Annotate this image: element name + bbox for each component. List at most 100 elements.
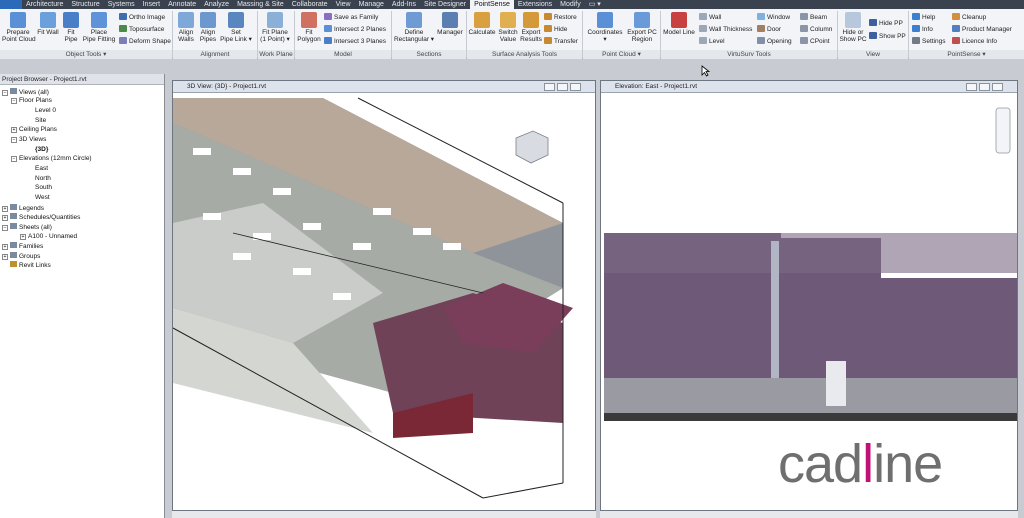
settings-button[interactable]: Settings [912,37,946,46]
expand-icon[interactable]: + [2,215,8,221]
opening-button[interactable]: Opening [757,37,792,46]
wall-button[interactable]: Wall [699,13,721,22]
hide-pp-button[interactable]: Hide PP [869,19,903,28]
tree-level-0[interactable]: Level 0 [35,107,56,115]
expand-icon[interactable]: + [20,234,26,240]
tree-revit-links[interactable]: Revit Links [2,261,51,270]
cleanup-button[interactable]: Cleanup [952,13,986,22]
export-results-button[interactable]: Export Results [520,12,542,43]
tree-families[interactable]: + Families [2,242,43,251]
manager-button[interactable]: Manager [436,12,464,36]
switch-value-button[interactable]: Switch Value [497,12,519,43]
show-pp-button[interactable]: Show PP [869,32,906,41]
tab-analyze[interactable]: Analyze [200,0,233,9]
view-window-3d[interactable]: 3D View: {3D} - Project1.rvt [172,80,596,511]
toposurface-button[interactable]: Toposurface [119,25,164,34]
tree-north[interactable]: North [35,175,51,183]
column-button[interactable]: Column [800,25,832,34]
point-cloud-3d-canvas[interactable] [173,93,595,510]
set-pipe-link-button[interactable]: Set Pipe Link ▾ [219,12,253,43]
restore-button[interactable]: Restore [544,13,577,22]
tab-site-designer[interactable]: Site Designer [420,0,470,9]
intersect-3-planes-button[interactable]: Intersect 3 Planes [324,37,386,46]
expand-icon[interactable]: + [2,244,8,250]
tab-extensions[interactable]: Extensions [514,0,556,9]
tab-massing-site[interactable]: Massing & Site [233,0,288,9]
level-button[interactable]: Level [699,37,725,46]
tree-floor-plans[interactable]: − Floor Plans [11,97,52,105]
export-pc-region-button[interactable]: Export PC Region [626,12,658,43]
tree-groups[interactable]: + Groups [2,252,40,261]
intersect-2-planes-button[interactable]: Intersect 2 Planes [324,25,386,34]
tab-structure[interactable]: Structure [67,0,103,9]
view-control-bar[interactable] [172,511,596,518]
window-button[interactable]: Window [757,13,790,22]
coordinates-button[interactable]: Coordinates ▾ [585,12,625,43]
tab-collaborate[interactable]: Collaborate [288,0,332,9]
tab-systems[interactable]: Systems [104,0,139,9]
deform-shape-button[interactable]: Deform Shape [119,37,171,46]
tree-sheets[interactable]: − Sheets (all) [2,223,52,232]
tree-south[interactable]: South [35,184,52,192]
help-button[interactable]: Help [912,13,935,22]
tree-3d-active[interactable]: {3D} [35,146,48,154]
fit-polygon-button[interactable]: Fit Polygon [296,12,322,43]
tab-modify[interactable]: Modify [556,0,585,9]
fit-pipe-button[interactable]: Fit Pipe [61,12,81,43]
transfer-button[interactable]: Transfer [544,37,578,46]
collapse-icon[interactable]: − [2,225,8,231]
view-control-bar[interactable] [600,511,1018,518]
beam-button[interactable]: Beam [800,13,827,22]
door-button[interactable]: Door [757,25,781,34]
collapse-icon[interactable]: − [11,156,17,162]
fit-plane-button[interactable]: Fit Plane (1 Point) ▾ [259,12,291,43]
model-line-button[interactable]: Model Line [662,12,696,36]
expand-icon[interactable]: + [2,254,8,260]
tab-add-ins[interactable]: Add-Ins [388,0,420,9]
tree-3d-views[interactable]: −3D Views [11,136,46,144]
calculate-button[interactable]: Calculate [468,12,496,36]
collapse-icon[interactable]: − [11,98,17,104]
fit-wall-button[interactable]: Fit Wall [36,12,60,36]
close-button[interactable] [992,83,1003,91]
tree-site[interactable]: Site [35,117,46,125]
collapse-icon[interactable]: − [11,137,17,143]
tree-west[interactable]: West [35,194,50,202]
align-pipes-button[interactable]: Align Pipes [198,12,218,43]
info-button[interactable]: Info [912,25,933,34]
hide-button[interactable]: Hide [544,25,567,34]
hide-or-show-pc-button[interactable]: Hide or Show PC [839,12,867,43]
quick-access-dropdown-icon[interactable]: ▭ ▾ [585,0,605,9]
tab-architecture[interactable]: Architecture [22,0,67,9]
close-button[interactable] [570,83,581,91]
minimize-button[interactable] [544,83,555,91]
tree-schedules[interactable]: + Schedules/Quantities [2,213,80,222]
tab-annotate[interactable]: Annotate [164,0,200,9]
tree-elevations[interactable]: − Elevations (12mm Circle) [11,155,92,163]
cpoint-button[interactable]: CPoint [800,37,830,46]
tab-insert[interactable]: Insert [139,0,165,9]
tab-view[interactable]: View [332,0,355,9]
wall-thickness-button[interactable]: Wall Thickness [699,25,752,34]
restore-window-button[interactable] [557,83,568,91]
minimize-button[interactable] [966,83,977,91]
file-tab[interactable] [0,0,22,9]
align-walls-button[interactable]: Align Walls [175,12,197,43]
ortho-image-button[interactable]: Ortho Image [119,13,165,22]
tab-pointsense[interactable]: PointSense [470,0,514,9]
licence-info-button[interactable]: Licence Info [952,37,997,46]
tree-ceiling-plans[interactable]: + Ceiling Plans [11,126,57,134]
save-as-family-button[interactable]: Save as Family [324,13,378,22]
tab-manage[interactable]: Manage [355,0,388,9]
prepare-point-cloud-button[interactable]: Prepare Point Cloud [2,12,36,43]
product-manager-button[interactable]: Product Manager [952,25,1012,34]
tree-legends[interactable]: + Legends [2,204,44,213]
expand-icon[interactable]: + [11,127,17,133]
tree-east[interactable]: East [35,165,48,173]
tree-views-all[interactable]: − Views (all) [2,88,49,97]
restore-window-button[interactable] [979,83,990,91]
expand-icon[interactable]: + [2,206,8,212]
define-rectangular-button[interactable]: Define Rectangular ▾ [393,12,435,43]
collapse-icon[interactable]: − [2,90,8,96]
place-pipe-fitting-button[interactable]: Place Pipe Fitting [82,12,116,43]
